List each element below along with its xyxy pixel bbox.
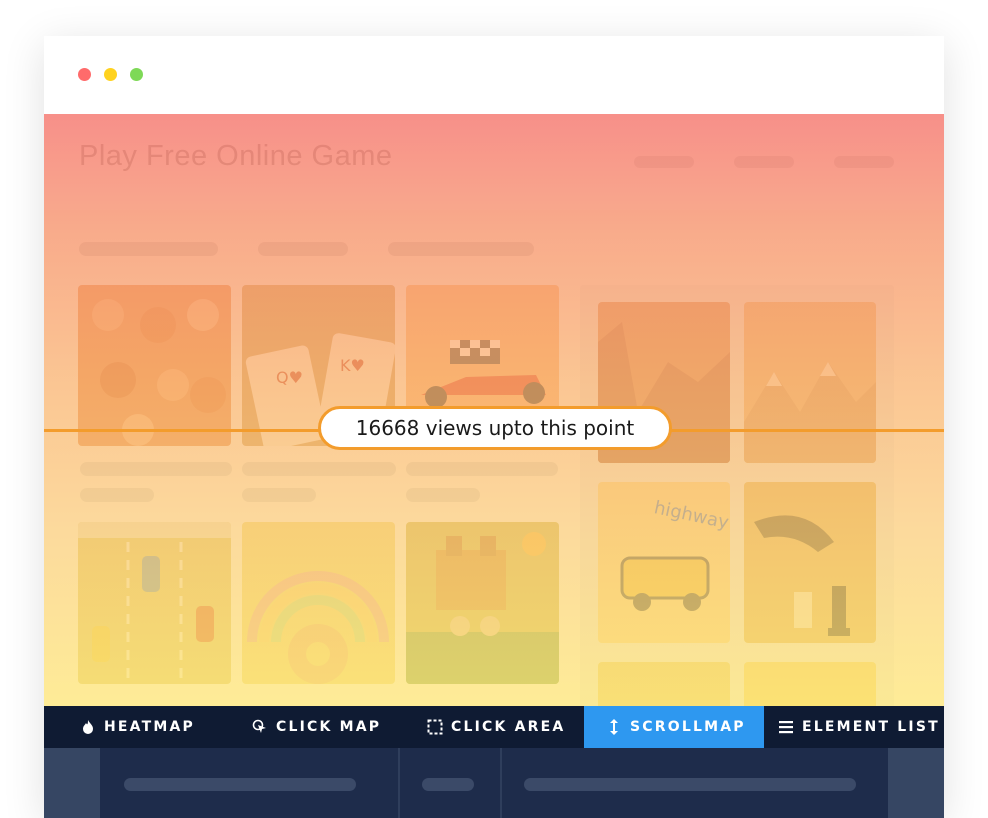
site-title: Play Free Online Game <box>79 140 393 172</box>
tab-element-list[interactable]: ELEMENT LIST <box>778 706 940 748</box>
game-thumbnail-puzzle-animals[interactable] <box>598 662 730 706</box>
game-thumbnail-puzzle[interactable] <box>78 285 231 446</box>
svg-text:highway: highway <box>652 497 730 533</box>
heatmap-toolbar: HEATMAP CLICK MAP CLICK AREA SCROLLMAP E… <box>44 706 944 748</box>
game-title-placeholder <box>406 462 558 476</box>
bottom-panel-right-column <box>888 748 944 818</box>
game-thumbnail-chess[interactable] <box>744 482 876 643</box>
minimize-window-button[interactable] <box>104 68 117 81</box>
bottom-panel-divider <box>398 748 400 818</box>
game-thumbnail-highway[interactable]: highway <box>598 482 730 643</box>
game-thumbnail-sunny[interactable] <box>744 662 876 706</box>
game-thumbnail-race-track[interactable] <box>78 522 231 684</box>
site-header: Play Free Online Game <box>44 114 944 210</box>
tab-element-list-label: ELEMENT LIST <box>802 719 940 735</box>
maximize-window-button[interactable] <box>130 68 143 81</box>
dashed-square-icon <box>427 719 443 735</box>
window-titlebar <box>44 36 944 114</box>
tab-click-map[interactable]: CLICK MAP <box>252 706 381 748</box>
nav-link-placeholder[interactable] <box>634 156 694 168</box>
tab-click-area-label: CLICK AREA <box>451 719 566 735</box>
tab-heatmap-label: HEATMAP <box>104 719 196 735</box>
browser-window: Play Free Online Game Q♥ K♥ highway 1666… <box>44 36 944 818</box>
flame-icon <box>80 719 96 735</box>
bottom-panel-placeholder <box>524 778 856 791</box>
analytics-bottom-panel <box>44 748 944 818</box>
tab-scrollmap[interactable]: SCROLLMAP <box>584 706 764 748</box>
bottom-panel-left-column <box>44 748 100 818</box>
game-title-placeholder <box>80 462 232 476</box>
nav-link-placeholder[interactable] <box>734 156 794 168</box>
game-thumbnail-mountains[interactable] <box>744 302 876 463</box>
game-meta-placeholder <box>80 488 154 502</box>
tab-click-area[interactable]: CLICK AREA <box>427 706 565 748</box>
tab-scrollmap-label: SCROLLMAP <box>630 719 746 735</box>
bottom-panel-divider <box>500 748 502 818</box>
category-tab-placeholder[interactable] <box>258 242 348 256</box>
tab-heatmap[interactable]: HEATMAP <box>80 706 195 748</box>
cursor-click-icon <box>252 719 268 735</box>
vertical-arrows-icon <box>606 719 622 735</box>
svg-text:Q♥: Q♥ <box>276 368 303 387</box>
game-title-placeholder <box>242 462 396 476</box>
tab-click-map-label: CLICK MAP <box>276 719 382 735</box>
list-icon <box>778 719 794 735</box>
category-tab-placeholder[interactable] <box>388 242 534 256</box>
bottom-panel-placeholder <box>124 778 356 791</box>
page-viewport[interactable]: Play Free Online Game Q♥ K♥ highway 1666… <box>44 114 944 706</box>
scroll-views-label: 16668 views upto this point <box>318 406 672 450</box>
game-meta-placeholder <box>242 488 316 502</box>
bottom-panel-placeholder <box>422 778 474 791</box>
game-thumbnail-rainbow[interactable] <box>242 522 395 684</box>
svg-text:K♥: K♥ <box>340 356 365 375</box>
game-meta-placeholder <box>406 488 480 502</box>
close-window-button[interactable] <box>78 68 91 81</box>
category-tab-placeholder[interactable] <box>79 242 218 256</box>
game-thumbnail-kingdom[interactable] <box>406 522 559 684</box>
nav-link-placeholder[interactable] <box>834 156 894 168</box>
